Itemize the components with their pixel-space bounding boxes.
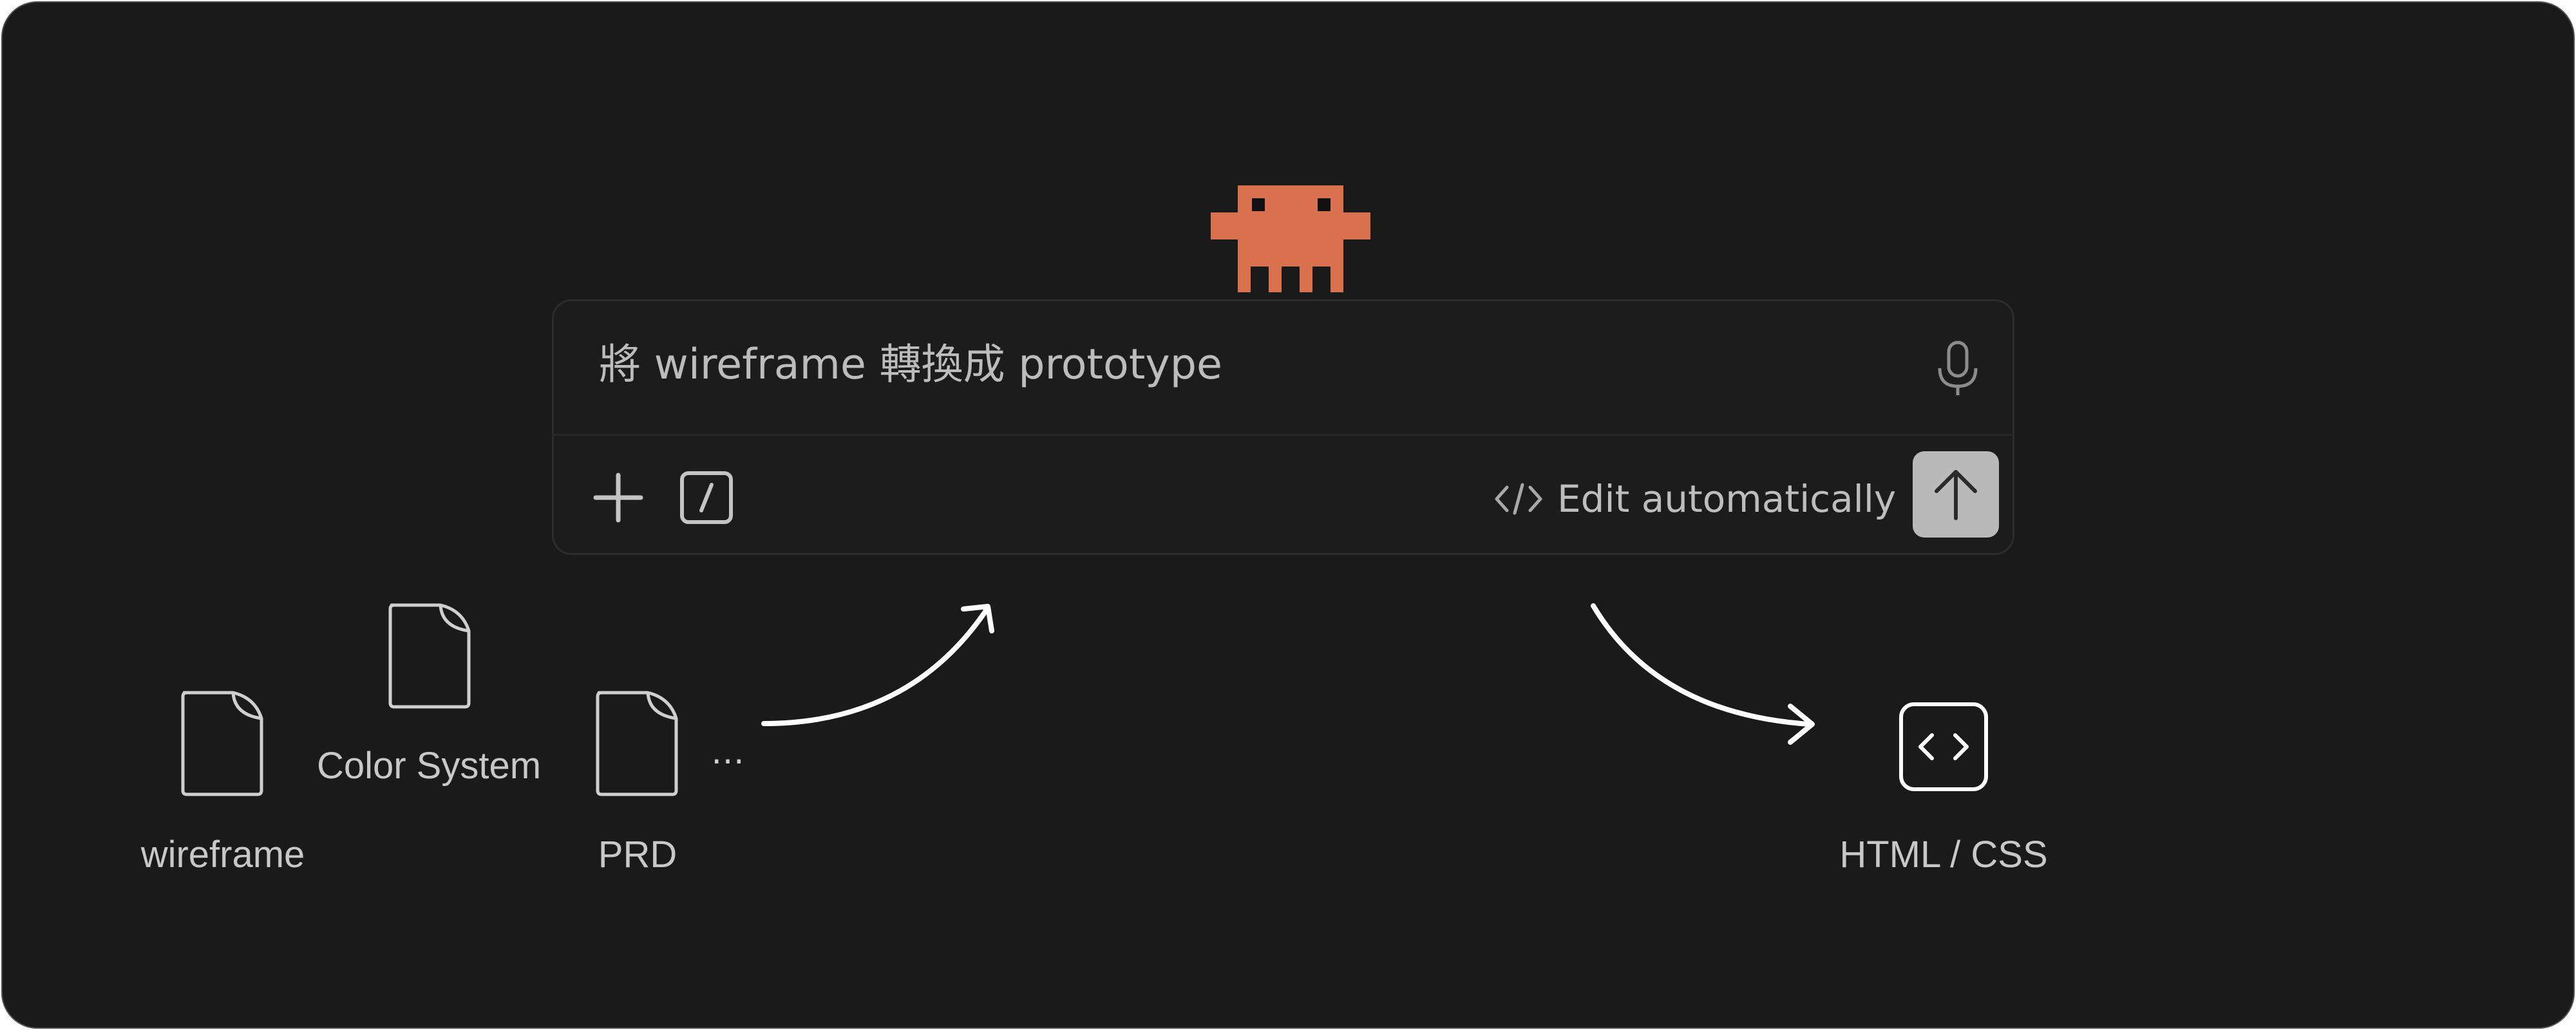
output-label: HTML / CSS: [1839, 834, 2048, 876]
file-label-prd: PRD: [598, 834, 677, 876]
prompt-input[interactable]: 將 wireframe 轉換成 prototype: [599, 340, 1222, 390]
send-button[interactable]: [1913, 451, 1999, 538]
arrow-up-icon: [1935, 470, 1977, 520]
edit-mode-selector[interactable]: Edit automatically: [1494, 470, 1896, 528]
edit-mode-label: Edit automatically: [1557, 477, 1897, 521]
file-icon-wireframe: [181, 691, 263, 796]
file-label-wireframe: wireframe: [140, 834, 305, 876]
slash-command-icon[interactable]: [679, 471, 734, 525]
code-file-icon: [1899, 702, 1988, 791]
arrow-into-composer: [761, 604, 994, 726]
code-brackets-icon: [1495, 483, 1542, 515]
prompt-composer: 將 wireframe 轉換成 prototype Edit automatic…: [552, 299, 2014, 555]
microphone-icon[interactable]: [1932, 340, 1984, 398]
composer-divider: [554, 434, 2012, 436]
more-files-ellipsis: …: [711, 733, 744, 772]
file-icon-color-system: [388, 603, 471, 709]
pixel-creature-icon: [1211, 185, 1370, 292]
file-icon-prd: [596, 691, 678, 796]
plus-icon[interactable]: [589, 469, 647, 527]
file-label-color-system: Color System: [316, 745, 542, 787]
canvas: 將 wireframe 轉換成 prototype Edit automatic…: [1, 1, 2575, 1029]
arrow-to-output: [1591, 603, 1815, 745]
